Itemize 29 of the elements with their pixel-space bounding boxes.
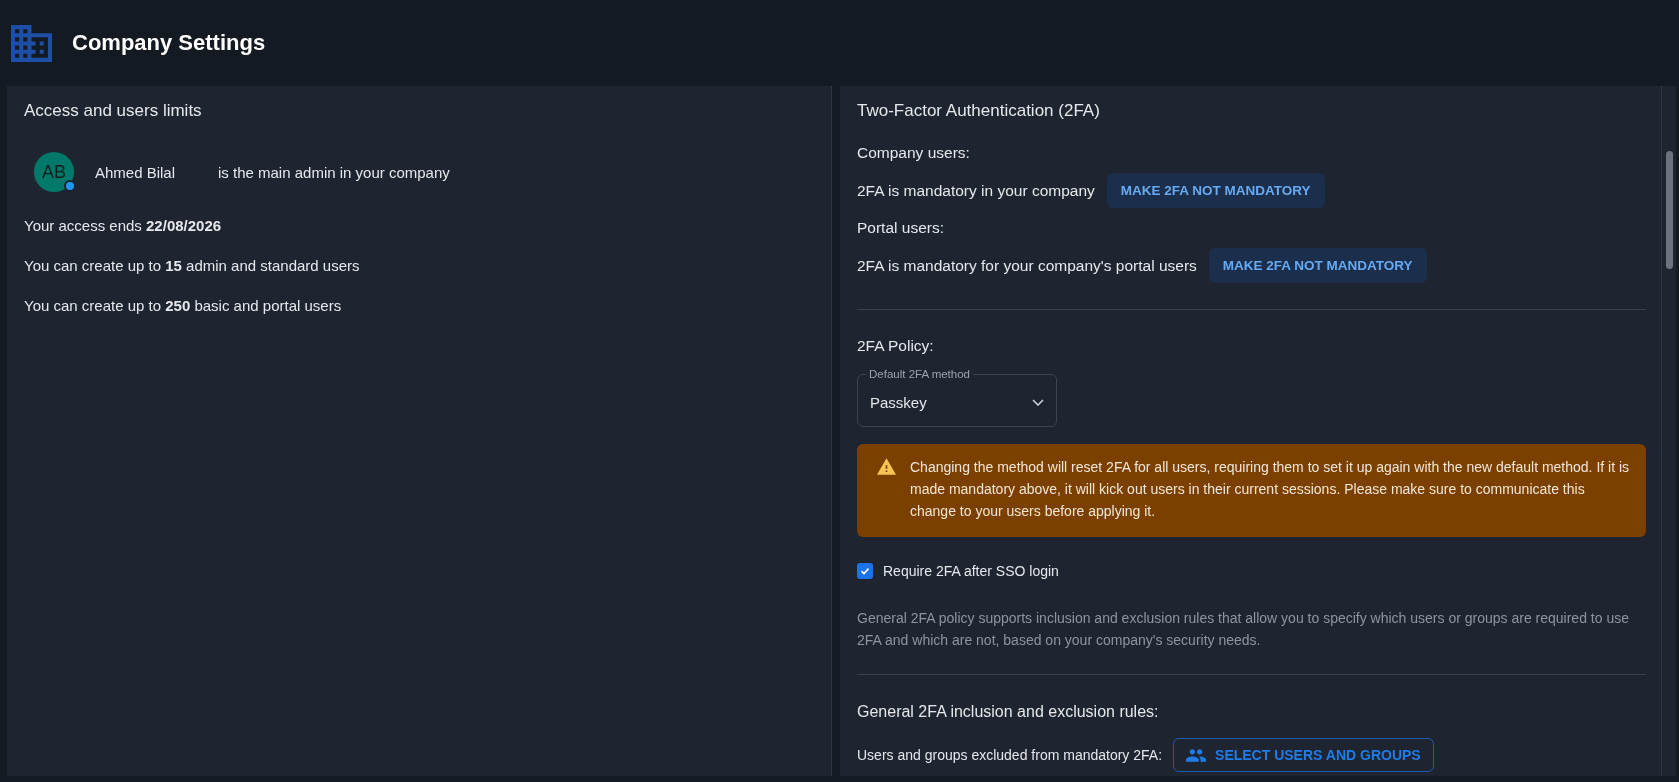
admin-note: is the main admin in your company: [218, 163, 450, 181]
people-icon: [1186, 748, 1207, 762]
limit-text: Your access ends 22/08/2026: [24, 216, 223, 236]
panel-title: Two-Factor Authentication (2FA): [857, 100, 1100, 122]
status-text: 2FA is mandatory in your company: [857, 181, 1095, 200]
scrollbar-thumb[interactable]: [1665, 151, 1673, 269]
status-text: 2FA is mandatory for your company's portal users: [857, 256, 1197, 275]
description-text: General 2FA policy supports inclusion and exclusion rules that allow you to specify which users or groups are required to use 2FA and which are not, based on your company's security needs.: [857, 609, 1630, 650]
group-heading: Portal users:: [857, 218, 944, 238]
field-label: Users and groups excluded from mandatory 2FA:: [857, 747, 1163, 763]
make-not-mandatory-button[interactable]: MAKE 2FA NOT MANDATORY: [1208, 248, 1427, 283]
avatar: AB: [34, 152, 74, 192]
page-title: Company Settings: [72, 30, 266, 56]
section-heading: General 2FA inclusion and exclusion rules:: [857, 702, 1159, 722]
admin-name: Ahmed Bilal: [95, 163, 177, 181]
section-heading: 2FA Policy:: [857, 336, 934, 356]
select-users-button[interactable]: SELECT USERS AND GROUPS: [1173, 738, 1434, 772]
warning-text: Changing the method will reset 2FA for all users, requiring them to set it up again with the new default method. If it is made mandatory above, it will kick out users in their current sessions. Please make sure to communicate this change to your users before applying it.: [910, 458, 1631, 521]
chevron-down-icon: [1032, 399, 1044, 406]
warning-icon: [877, 458, 896, 475]
method-select[interactable]: Default 2FA method Passkey: [857, 367, 1057, 427]
make-not-mandatory-button[interactable]: MAKE 2FA NOT MANDATORY: [1106, 173, 1325, 208]
limit-text: You can create up to 15 admin and standard users: [24, 256, 361, 276]
group-heading: Company users:: [857, 143, 970, 163]
limit-text: You can create up to 250 basic and portal users: [24, 296, 343, 316]
checkbox-label[interactable]: Require 2FA after SSO login: [883, 561, 1059, 581]
panel-title: Access and users limits: [24, 100, 203, 122]
building-icon: [11, 24, 52, 62]
checkbox[interactable]: [857, 563, 873, 579]
